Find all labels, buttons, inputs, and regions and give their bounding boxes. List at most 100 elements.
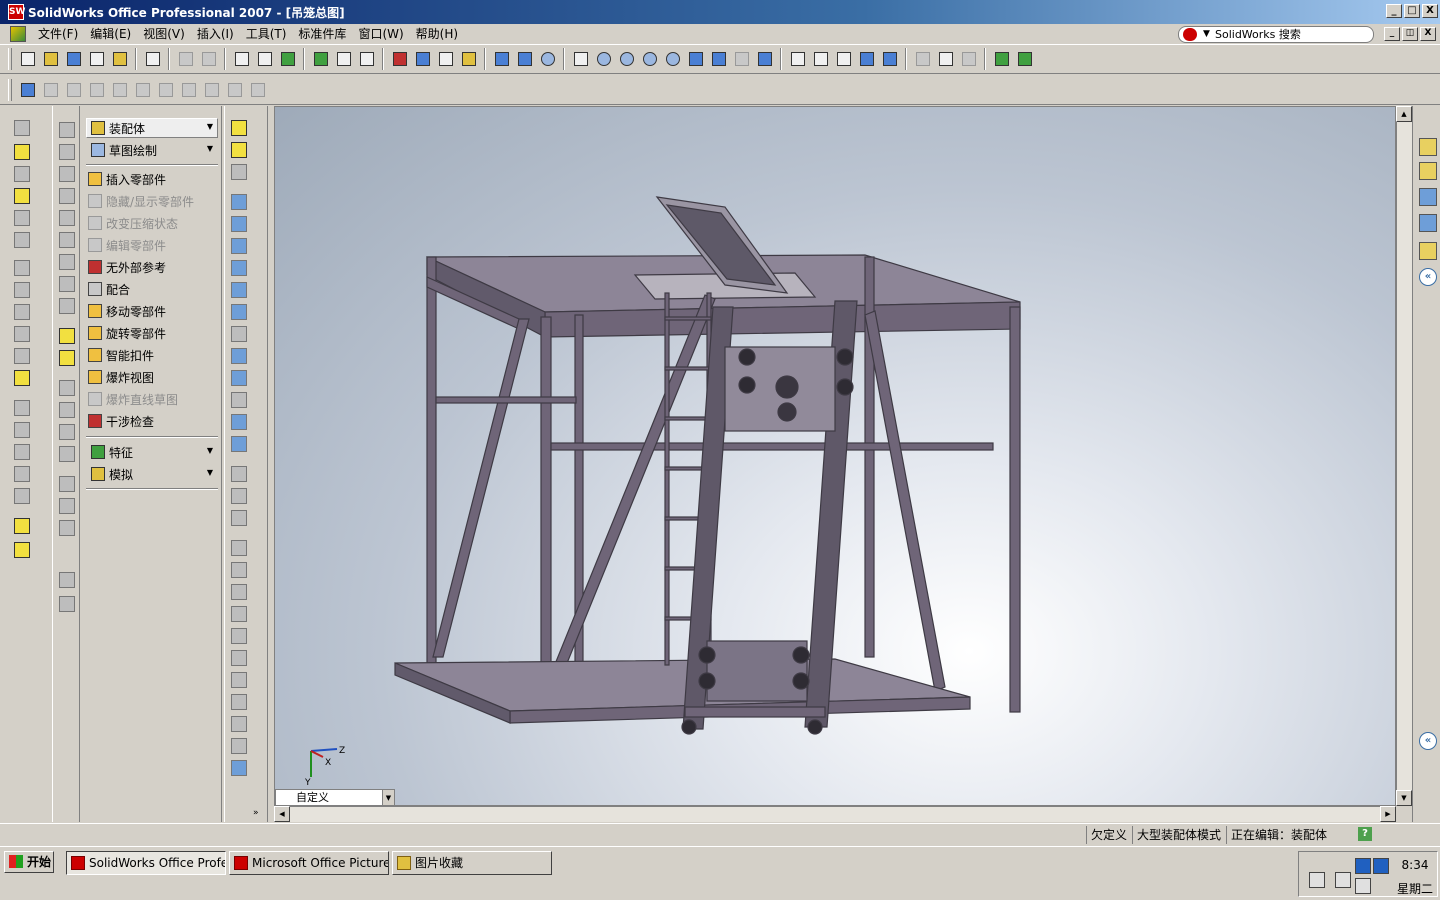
move-component-button[interactable]: 移动零部件 — [88, 301, 218, 321]
trim-extend-icon[interactable] — [59, 424, 75, 440]
standard-views-icon[interactable] — [755, 49, 775, 69]
scroll-left-arrow-icon[interactable]: ◀ — [274, 806, 290, 822]
chevron-down-icon[interactable]: ▼ — [207, 122, 213, 131]
select-arrow-icon[interactable] — [232, 49, 252, 69]
circle-icon[interactable] — [231, 238, 247, 254]
hole-wizard-icon[interactable] — [14, 370, 30, 386]
toolbar-grip[interactable] — [8, 78, 12, 101]
minimize-button[interactable]: _ — [1386, 4, 1402, 18]
chamfer-icon[interactable] — [14, 282, 30, 298]
sketch-text-icon[interactable] — [231, 760, 247, 776]
design-library-icon[interactable] — [1015, 49, 1035, 69]
toolbar-list-button[interactable] — [436, 49, 456, 69]
lofted-boss-icon[interactable] — [14, 188, 30, 204]
solidworks-resources-icon[interactable] — [1419, 138, 1437, 156]
network-icon[interactable] — [1355, 858, 1371, 874]
start-button[interactable]: 开始 — [4, 851, 54, 873]
solidworks-search-box[interactable]: ▼ SolidWorks 搜索 — [1178, 26, 1374, 43]
add-relation-icon[interactable] — [156, 80, 176, 100]
make-assembly-button[interactable] — [110, 49, 130, 69]
solidworks-logo-icon[interactable] — [10, 26, 26, 42]
mate-button[interactable]: 配合 — [88, 279, 218, 299]
curves-icon[interactable] — [14, 542, 30, 558]
task-my-pictures[interactable]: 图片收藏 — [392, 851, 552, 875]
rip-icon[interactable] — [59, 572, 75, 588]
circular-pattern-icon[interactable] — [14, 422, 30, 438]
hem-icon[interactable] — [59, 188, 75, 204]
fold-icon[interactable] — [59, 498, 75, 514]
add-relation-icon[interactable] — [231, 466, 247, 482]
move-entities-icon[interactable] — [231, 606, 247, 622]
menu-edit[interactable]: 编辑(E) — [84, 25, 137, 43]
task-pane-expand-bottom-icon[interactable]: « — [1419, 732, 1437, 750]
volume-icon[interactable] — [1355, 878, 1371, 894]
scroll-up-arrow-icon[interactable]: ▲ — [1396, 106, 1412, 122]
menu-help[interactable]: 帮助(H) — [410, 25, 464, 43]
fully-define-sketch-icon[interactable] — [202, 80, 222, 100]
tab-assembly[interactable]: 装配体 ▼ — [86, 118, 218, 138]
circular-sketch-pattern-icon[interactable] — [231, 694, 247, 710]
toolbox-icon[interactable] — [992, 49, 1012, 69]
fillet-icon[interactable] — [14, 260, 30, 276]
menu-view[interactable]: 视图(V) — [137, 25, 191, 43]
menu-file[interactable]: 文件(F) — [32, 25, 84, 43]
hidden-lines-visible-icon[interactable] — [811, 49, 831, 69]
vertical-dimension-icon[interactable] — [64, 80, 84, 100]
intersection-curve-icon[interactable] — [231, 738, 247, 754]
line-icon[interactable] — [231, 194, 247, 210]
tab-features[interactable]: 特征 ▼ — [86, 442, 218, 462]
gusset-icon[interactable] — [59, 350, 75, 366]
measure-button[interactable] — [571, 49, 591, 69]
sketch-pattern-icon[interactable] — [14, 488, 30, 504]
offset-entities-icon[interactable] — [231, 510, 247, 526]
mate-toolbar-button[interactable] — [492, 49, 512, 69]
break-corner-icon[interactable] — [59, 298, 75, 314]
design-library-icon[interactable] — [1419, 162, 1437, 180]
edge-flange-icon[interactable] — [59, 144, 75, 160]
clock-time[interactable]: 8:34 — [1395, 858, 1435, 872]
chevron-down-icon[interactable]: ▼ — [207, 144, 213, 153]
interference-detection-button[interactable]: 干涉检查 — [88, 411, 218, 431]
scroll-down-arrow-icon[interactable]: ▼ — [1396, 790, 1412, 806]
section-view-icon[interactable] — [936, 49, 956, 69]
doc-restore-button[interactable]: ◫ — [1402, 27, 1418, 41]
print-button[interactable] — [143, 49, 163, 69]
linear-pattern-icon[interactable] — [14, 400, 30, 416]
revolved-boss-icon[interactable] — [14, 144, 30, 160]
tangent-arc-icon[interactable] — [231, 282, 247, 298]
3d-sketch-icon[interactable] — [231, 142, 247, 158]
appearance-button[interactable] — [390, 49, 410, 69]
shadows-icon[interactable] — [913, 49, 933, 69]
structural-member-icon[interactable] — [59, 328, 75, 344]
unfold-icon[interactable] — [59, 476, 75, 492]
rib-icon[interactable] — [14, 304, 30, 320]
menu-window[interactable]: 窗口(W) — [352, 25, 409, 43]
solidworks-app-icon[interactable]: SW — [8, 4, 25, 20]
sketched-bend-icon[interactable] — [59, 232, 75, 248]
no-external-references-button[interactable]: 无外部参考 — [88, 257, 218, 277]
shaded-icon[interactable] — [880, 49, 900, 69]
closed-corner-icon[interactable] — [59, 254, 75, 270]
convert-entities-icon[interactable] — [231, 716, 247, 732]
zoom-to-area-icon[interactable] — [617, 49, 637, 69]
tab-sketch[interactable]: 草图绘制 ▼ — [86, 140, 218, 160]
save-button[interactable] — [64, 49, 84, 69]
repair-sketch-icon[interactable] — [248, 80, 268, 100]
draft-icon[interactable] — [14, 348, 30, 364]
toolbar-overflow-icon[interactable]: » — [253, 808, 259, 818]
view-palette-icon[interactable] — [1419, 242, 1437, 260]
reference-point-icon[interactable] — [14, 518, 30, 534]
task-pane-expand-icon[interactable]: « — [1419, 268, 1437, 286]
toolbar-grip[interactable] — [8, 48, 12, 70]
display-delete-relations-icon[interactable] — [231, 488, 247, 504]
smart-dimension-icon[interactable] — [18, 80, 38, 100]
title-bar[interactable]: SW SolidWorks Office Professional 2007 -… — [0, 0, 1440, 24]
doc-close-button[interactable]: X — [1420, 27, 1436, 41]
insert-components-button[interactable]: 插入零部件 — [88, 169, 218, 189]
mirror-entities-icon[interactable] — [231, 540, 247, 556]
ordinate-dimension-icon[interactable] — [110, 80, 130, 100]
chevron-down-icon[interactable]: ▼ — [207, 446, 213, 455]
swept-boss-icon[interactable] — [14, 166, 30, 182]
hidden-lines-removed-icon[interactable] — [834, 49, 854, 69]
select-other-button[interactable] — [255, 49, 275, 69]
